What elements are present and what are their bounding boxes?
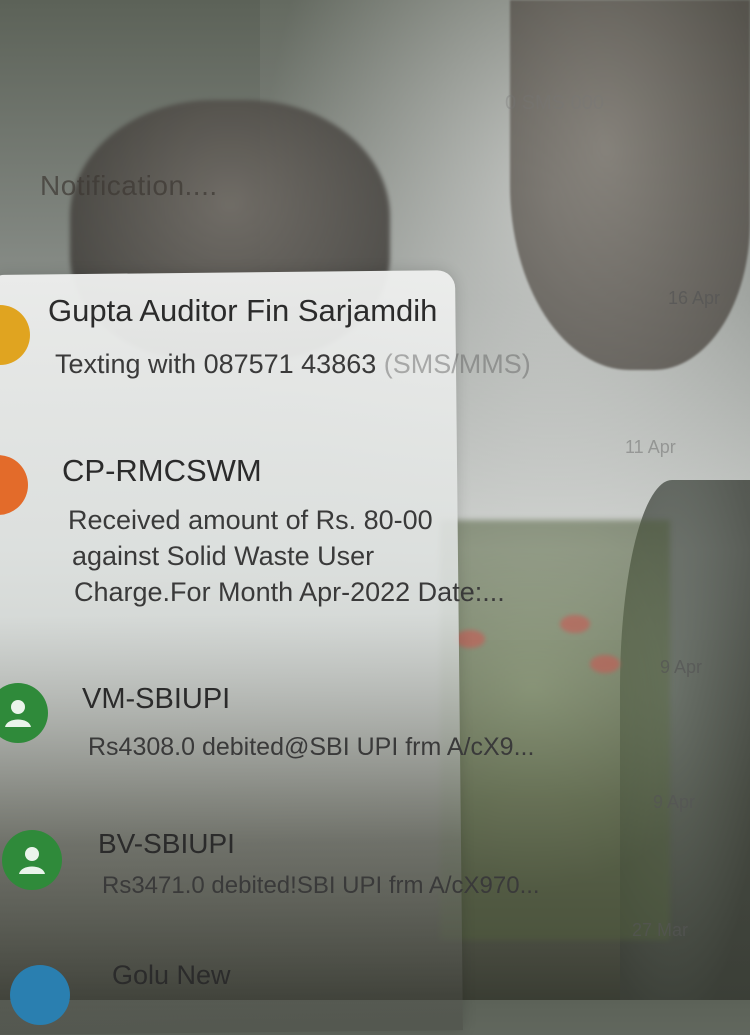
conversation-item[interactable]: BV-SBIUPI Rs3471.0 debited!SBI UPI frm A…	[0, 792, 750, 930]
conversation-name: Golu New	[112, 960, 231, 990]
contact-avatar	[0, 683, 48, 743]
faint-header-text: 0 SMS 000	[505, 92, 604, 114]
conversation-snippet-line: against Solid Waste User	[72, 541, 375, 571]
conversation-date: 27 Mar	[632, 920, 689, 940]
conversation-snippet: Rs3471.0 debited!SBI UPI frm A/cX970...	[102, 872, 540, 899]
conversation-item[interactable]: CP-RMCSWM Received amount of Rs. 80-00 a…	[0, 437, 750, 635]
contact-avatar	[0, 455, 28, 515]
conversation-date: 9 Apr	[653, 792, 696, 812]
conversation-item[interactable]: VM-SBIUPI Rs4308.0 debited@SBI UPI frm A…	[0, 657, 750, 785]
contact-avatar	[0, 305, 30, 365]
person-icon	[19, 847, 45, 874]
page-title: Notification....	[40, 170, 218, 201]
conversation-name: Gupta Auditor Fin Sarjamdih	[48, 293, 438, 328]
conversation-snippet: Rs4308.0 debited@SBI UPI frm A/cX9...	[88, 733, 535, 761]
conversation-date: 11 Apr	[625, 437, 676, 457]
conversation-date: 9 Apr	[660, 657, 703, 677]
conversation-item[interactable]: Gupta Auditor Fin Sarjamdih Texting with…	[0, 285, 750, 405]
conversation-snippet-line: Received amount of Rs. 80-00	[68, 505, 433, 535]
person-icon	[5, 700, 31, 727]
contact-avatar	[2, 830, 62, 890]
conversation-snippet: Texting with 087571 43863 (SMS/MMS)	[55, 349, 531, 379]
conversation-date: 16 Apr	[668, 288, 721, 308]
reflected-flower	[590, 655, 620, 673]
conversation-name: BV-SBIUPI	[98, 828, 235, 859]
conversation-name: CP-RMCSWM	[62, 453, 262, 488]
conversation-snippet-line: Charge.For Month Apr-2022 Date:...	[74, 577, 505, 607]
conversation-name: VM-SBIUPI	[82, 683, 231, 715]
contact-avatar	[10, 965, 70, 1025]
conversation-item[interactable]: Golu New 27 Mar	[0, 920, 750, 1025]
